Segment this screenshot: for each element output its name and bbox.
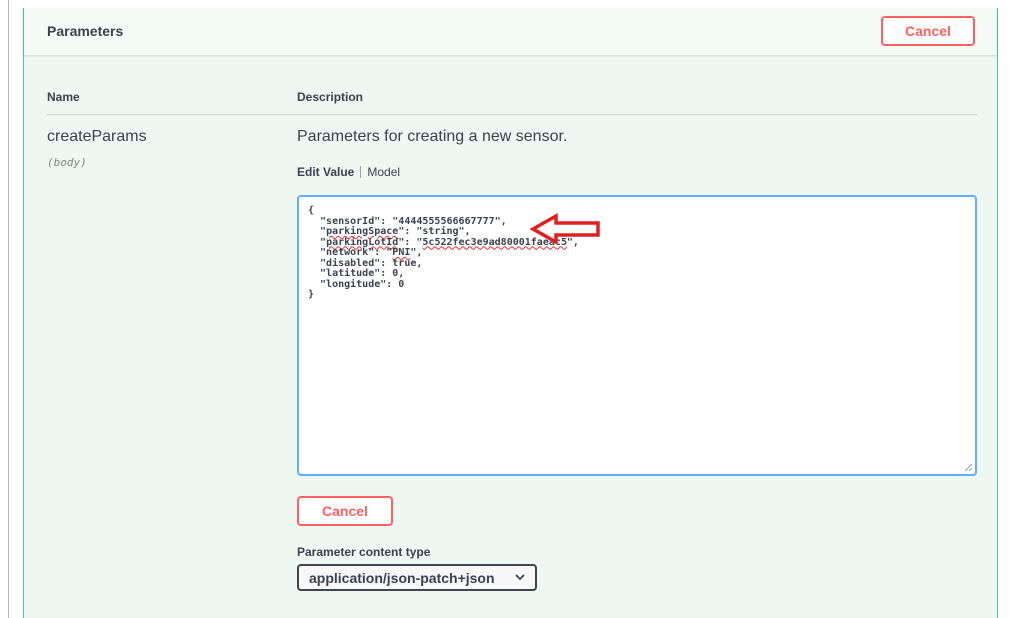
cancel-button-top[interactable]: Cancel [881, 16, 975, 46]
code-line: { [308, 205, 315, 216]
code-line: } [308, 289, 315, 300]
parameter-name: createParams [47, 128, 147, 145]
code-line: "longitude": 0 [308, 278, 405, 290]
request-body-code[interactable]: { "sensorId": "4444555566667777", "parki… [299, 197, 975, 301]
panel-header: Parameters Cancel [24, 8, 997, 55]
page-left-border [8, 0, 9, 618]
tab-edit-value[interactable]: Edit Value [297, 165, 354, 179]
name-column-header: Name [47, 90, 80, 104]
tab-separator [360, 166, 362, 178]
code-line: "latitude": 0, [308, 268, 405, 279]
request-body-editor[interactable]: { "sensorId": "4444555566667777", "parki… [297, 195, 977, 476]
parameter-location: (body) [47, 156, 87, 169]
code-line: "network": "PNI", [308, 247, 423, 258]
parameter-description: Parameters for creating a new sensor. [297, 128, 568, 145]
code-line: "parkingSpace": "string", [308, 226, 471, 237]
content-type-label: Parameter content type [297, 545, 431, 559]
description-column-header: Description [297, 90, 364, 104]
red-arrow-icon [530, 213, 600, 245]
resize-grip-icon[interactable] [963, 462, 973, 472]
value-model-tabs: Edit Value Model [297, 165, 400, 179]
code-line: "disabled": true, [308, 257, 423, 269]
panel-title: Parameters [47, 23, 124, 39]
parameters-panel: Parameters Cancel Name Description creat… [23, 8, 998, 618]
tab-model[interactable]: Model [367, 165, 400, 179]
content-type-select[interactable]: application/json-patch+json [297, 564, 537, 591]
header-divider [47, 114, 977, 115]
cancel-button-bottom[interactable]: Cancel [297, 496, 393, 526]
chevron-down-icon [515, 574, 525, 581]
code-line: "sensorId": "4444555566667777", [308, 215, 507, 227]
content-type-value: application/json-patch+json [309, 569, 495, 586]
